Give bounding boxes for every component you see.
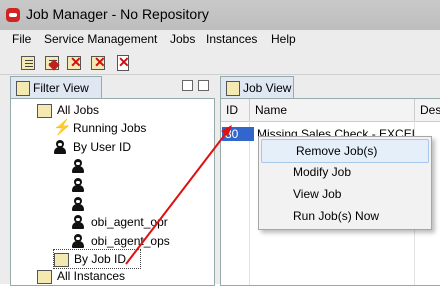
annotation-arrow bbox=[125, 125, 232, 265]
